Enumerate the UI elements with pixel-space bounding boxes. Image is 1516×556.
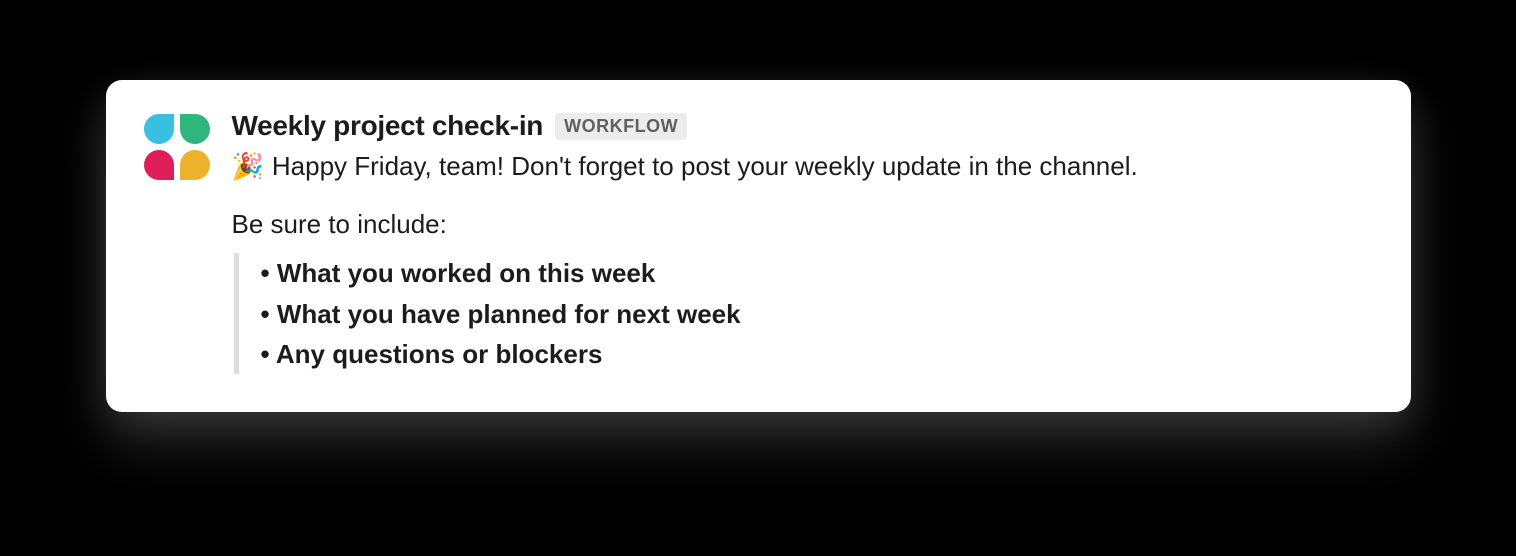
- message-header: Weekly project check-in WORKFLOW: [232, 110, 1373, 142]
- avatar-petal-bl: [144, 150, 174, 180]
- workflow-avatar: [144, 114, 212, 182]
- message-card: Weekly project check-in WORKFLOW 🎉 Happy…: [106, 80, 1411, 412]
- avatar-petal-br: [180, 150, 210, 180]
- bullet-item: What you have planned for next week: [261, 294, 1373, 334]
- message-intro: 🎉 Happy Friday, team! Don't forget to po…: [232, 148, 1373, 186]
- avatar-petal-tr: [180, 114, 210, 144]
- avatar-petal-tl: [144, 114, 174, 144]
- intro-text: Happy Friday, team! Don't forget to post…: [272, 148, 1138, 186]
- quote-block: What you worked on this week What you ha…: [234, 253, 1373, 374]
- subhead-text: Be sure to include:: [232, 206, 1373, 244]
- bullet-item: Any questions or blockers: [261, 334, 1373, 374]
- sender-name: Weekly project check-in: [232, 110, 544, 142]
- party-popper-emoji: 🎉: [232, 151, 264, 182]
- message-content: Weekly project check-in WORKFLOW 🎉 Happy…: [232, 114, 1373, 374]
- bullet-item: What you worked on this week: [261, 253, 1373, 293]
- workflow-badge: WORKFLOW: [555, 113, 687, 140]
